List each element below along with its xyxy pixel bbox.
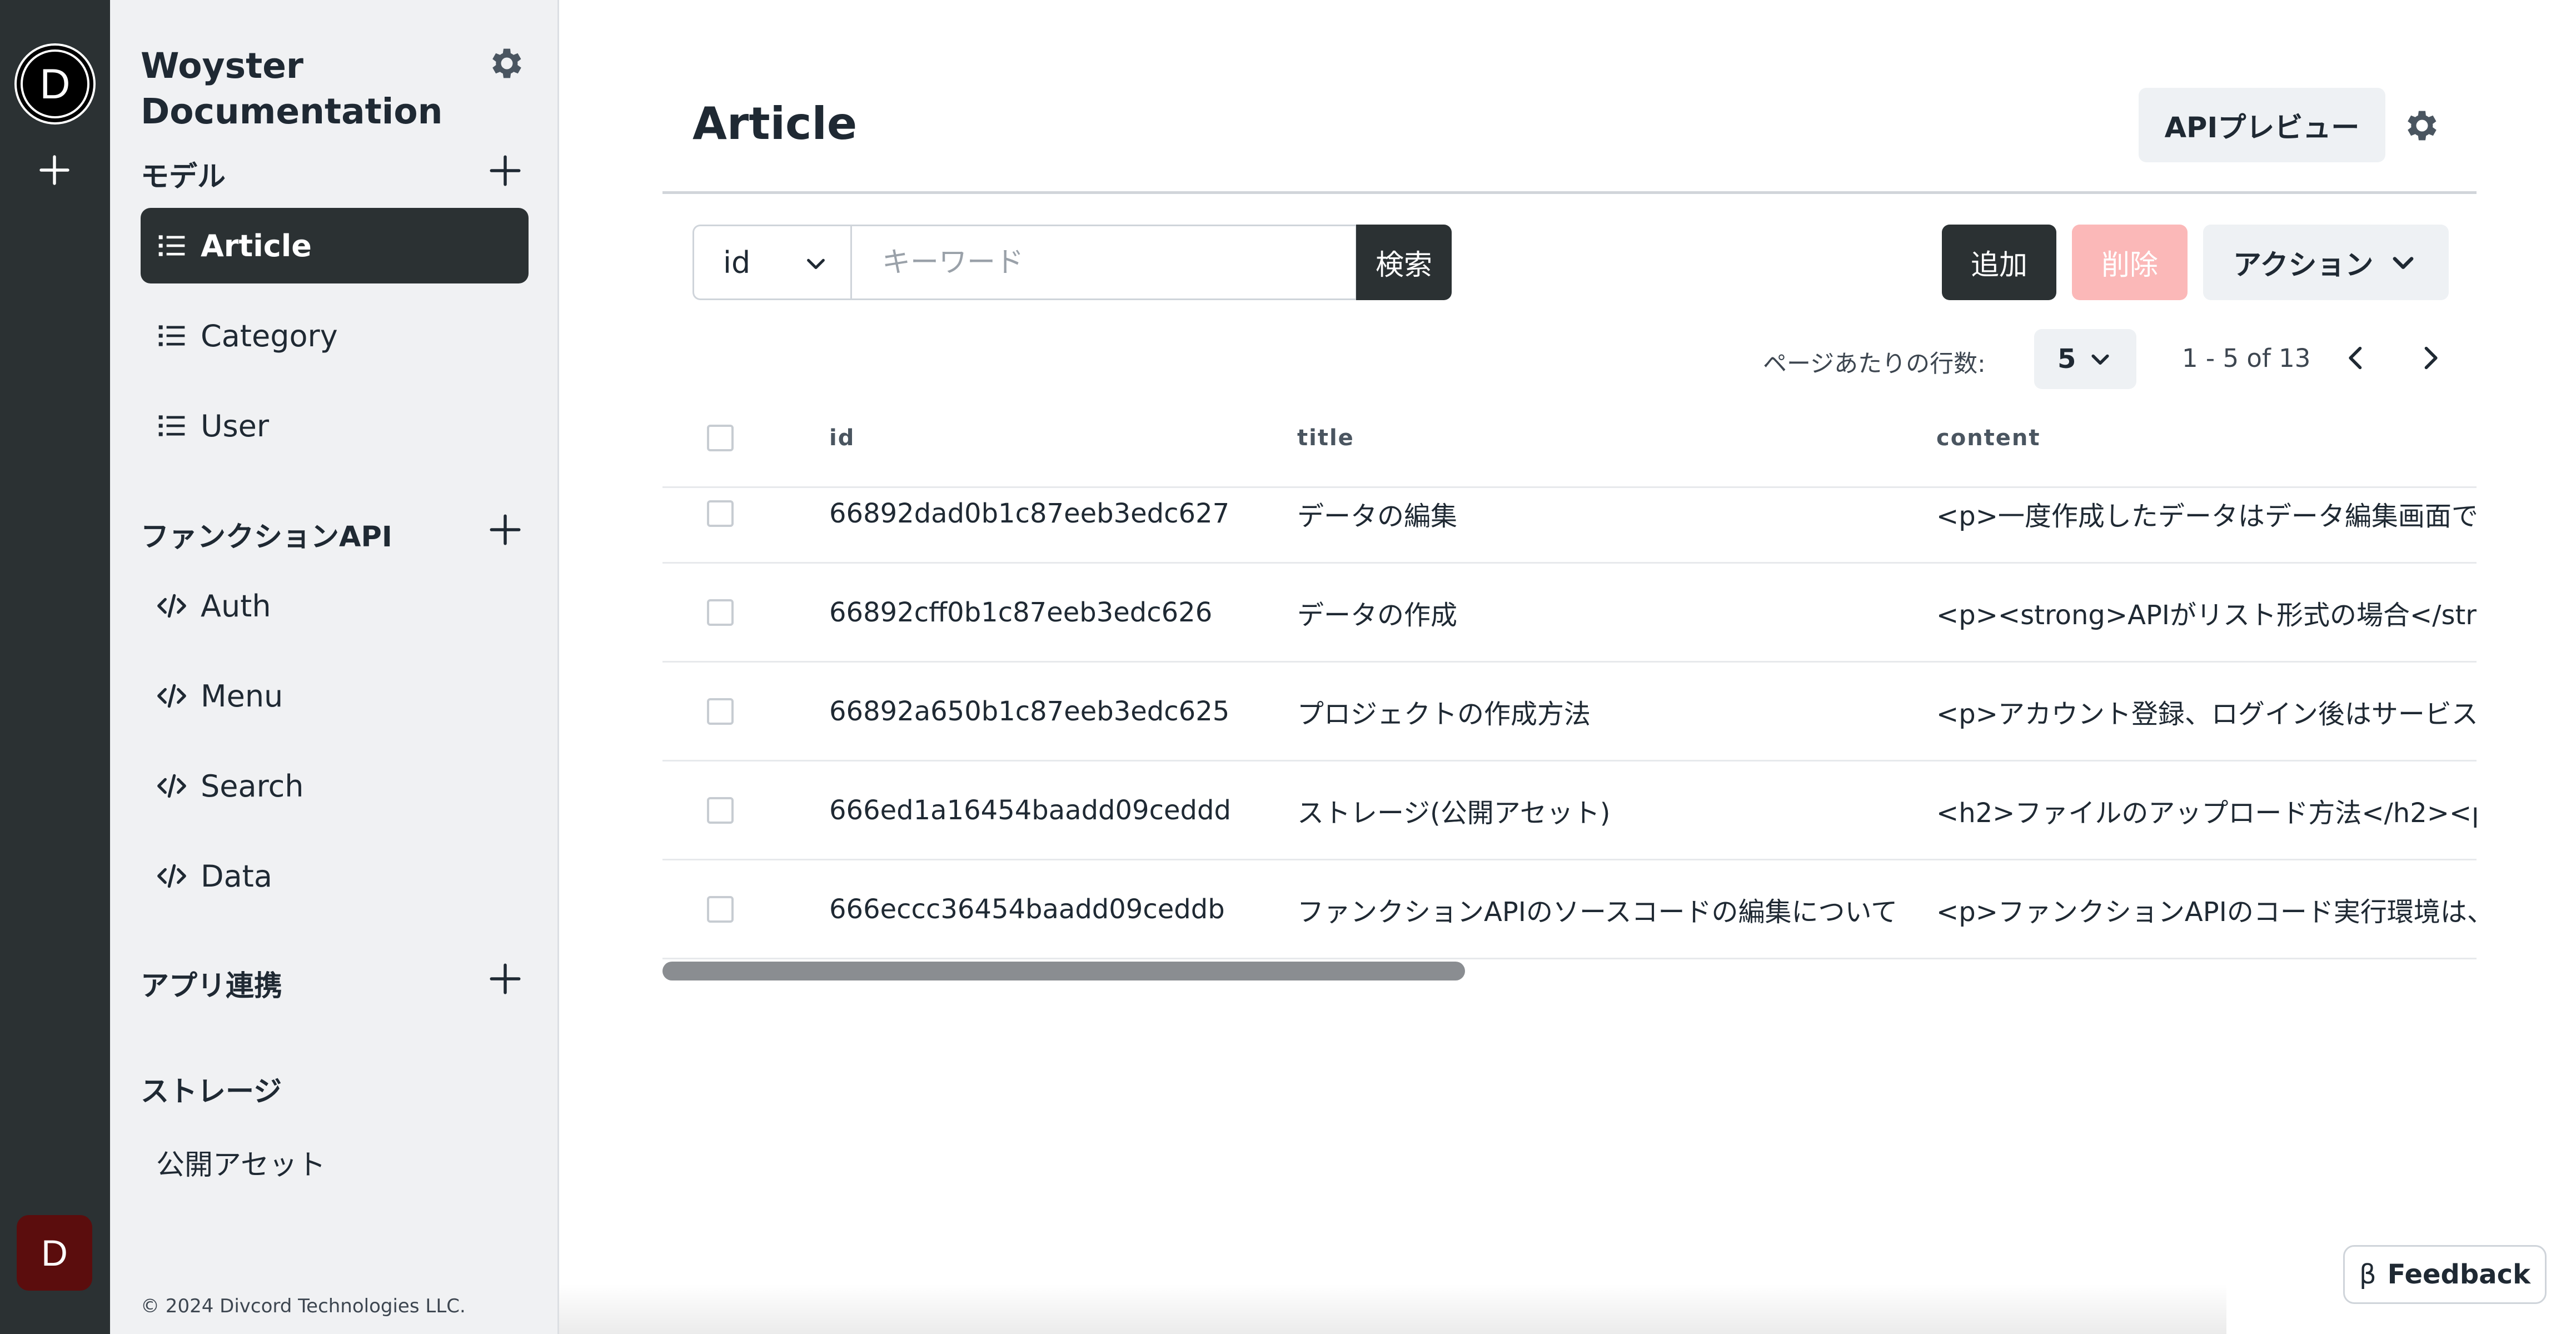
chevron-right-icon[interactable] <box>2415 344 2444 372</box>
table-row[interactable]: 666eccc36454baadd09ceddb ファンクションAPIのソースコ… <box>662 860 2477 959</box>
copyright: © 2024 Divcord Technologies LLC. <box>141 1295 466 1317</box>
workspace-initial: D <box>21 49 89 118</box>
sidebar-item-user[interactable]: User <box>141 388 529 464</box>
cell-title: ストレージ(公開アセット) <box>1297 797 1611 829</box>
add-model-plus-icon[interactable] <box>487 152 524 189</box>
row-checkbox[interactable] <box>707 895 734 923</box>
cell-content: <h2>ファイルのアップロード方法</h2><p>スト <box>1936 797 2477 829</box>
add-function-plus-icon[interactable] <box>487 511 524 548</box>
sidebar: Woyster Documentation モデル Article Catego… <box>110 0 559 1334</box>
rows-per-page-value: 5 <box>2057 344 2076 375</box>
cell-id: 66892dad0b1c87eeb3edc627 <box>829 497 1230 529</box>
cell-title: データの作成 <box>1297 599 1458 631</box>
add-workspace-icon[interactable] <box>34 150 74 190</box>
cell-title: プロジェクトの作成方法 <box>1297 698 1591 730</box>
action-dropdown-button[interactable]: アクション <box>2203 225 2449 300</box>
sidebar-item-auth[interactable]: Auth <box>141 568 529 644</box>
cell-id: 66892a650b1c87eeb3edc625 <box>829 695 1230 727</box>
cell-content: <p>一度作成したデータはデータ編集画面で編集できます <box>1936 500 2477 532</box>
model-settings-gear-icon[interactable] <box>2402 106 2442 146</box>
header-divider <box>662 191 2477 194</box>
row-checkbox[interactable] <box>707 500 734 527</box>
sidebar-item-search[interactable]: Search <box>141 748 529 824</box>
table-row[interactable]: 66892dad0b1c87eeb3edc627 データの編集 <p>一度作成し… <box>662 465 2477 564</box>
sidebar-item-category[interactable]: Category <box>141 298 529 374</box>
sidebar-item-article[interactable]: Article <box>141 208 529 283</box>
sidebar-item-label: User <box>201 408 270 444</box>
sidebar-item-label: Menu <box>201 678 283 714</box>
horizontal-scrollbar[interactable] <box>662 962 1465 980</box>
page-title: Article <box>692 98 858 150</box>
table-row[interactable]: 66892cff0b1c87eeb3edc626 データの作成 <p><stro… <box>662 564 2477 663</box>
add-button[interactable]: 追加 <box>1942 225 2056 300</box>
select-all-checkbox[interactable] <box>707 424 734 451</box>
sidebar-item-public-assets[interactable]: 公開アセット <box>156 1142 326 1183</box>
user-avatar[interactable]: D <box>17 1215 92 1291</box>
rows-per-page-select[interactable]: 5 <box>2034 329 2136 389</box>
sidebar-item-data[interactable]: Data <box>141 838 529 914</box>
search-field-select[interactable]: id <box>692 225 850 300</box>
feedback-label: Feedback <box>2387 1259 2531 1290</box>
keyword-search-input[interactable] <box>850 225 1357 300</box>
list-icon <box>156 230 187 261</box>
code-icon <box>156 680 187 711</box>
cell-content: <p>アカウント登録、ログイン後はサービスを作成 <box>1936 698 2477 730</box>
sidebar-item-label: Data <box>201 858 272 894</box>
functions-heading: ファンクションAPI <box>141 521 392 554</box>
cell-content: <p>ファンクションAPIのコード実行環境は、セキ <box>1936 896 2477 928</box>
cell-id: 666eccc36454baadd09ceddb <box>829 893 1225 925</box>
list-icon <box>156 410 187 441</box>
sidebar-item-label: Auth <box>201 588 271 624</box>
pagination-range: 1 - 5 of 13 <box>2182 344 2311 373</box>
chevron-down-icon <box>803 251 829 276</box>
row-checkbox[interactable] <box>707 698 734 725</box>
table-row[interactable]: 666ed1a16454baadd09ceddd ストレージ(公開アセット) <… <box>662 761 2477 860</box>
api-preview-button[interactable]: APIプレビュー <box>2139 88 2385 162</box>
row-checkbox[interactable] <box>707 599 734 626</box>
sidebar-item-label: Search <box>201 768 304 804</box>
project-title: Woyster Documentation <box>141 46 443 132</box>
code-icon <box>156 770 187 802</box>
workspace-rail: D D <box>0 0 110 1334</box>
chevron-down-icon <box>2088 347 2112 371</box>
delete-button[interactable]: 削除 <box>2072 225 2188 300</box>
row-checkbox[interactable] <box>707 797 734 824</box>
action-label: アクション <box>2233 249 2374 282</box>
beta-symbol: β <box>2359 1259 2376 1290</box>
cell-content: <p><strong>APIがリスト形式の場合</strong></p> <box>1936 599 2477 631</box>
cell-id: 66892cff0b1c87eeb3edc626 <box>829 596 1213 628</box>
sidebar-item-label: Article <box>201 228 312 263</box>
search-button[interactable]: 検索 <box>1356 225 1452 300</box>
workspace-avatar[interactable]: D <box>14 43 96 125</box>
code-icon <box>156 590 187 621</box>
sidebar-item-label: Category <box>201 318 338 354</box>
sidebar-item-menu[interactable]: Menu <box>141 658 529 734</box>
rows-per-page-label: ページあたりの行数: <box>1763 350 1986 378</box>
records-table: id title content 66892dad0b1c87eeb3edc62… <box>662 389 2477 978</box>
list-icon <box>156 320 187 351</box>
cell-title: データの編集 <box>1297 500 1458 532</box>
search-field-value: id <box>723 245 751 280</box>
table-row[interactable]: 66892a650b1c87eeb3edc625 プロジェクトの作成方法 <p>… <box>662 663 2477 761</box>
main-content: Article APIプレビュー id 検索 追加 削除 アクション ページあた… <box>559 0 2576 1334</box>
storage-heading: ストレージ <box>141 1076 282 1108</box>
chevron-left-icon[interactable] <box>2342 344 2371 372</box>
chevron-down-icon <box>2389 248 2418 277</box>
project-settings-gear-icon[interactable] <box>487 43 527 83</box>
add-integration-plus-icon[interactable] <box>487 960 524 997</box>
code-icon <box>156 860 187 892</box>
feedback-button[interactable]: β Feedback <box>2343 1245 2547 1304</box>
cell-id: 666ed1a16454baadd09ceddd <box>829 794 1231 826</box>
cell-title: ファンクションAPIのソースコードの編集について <box>1297 896 1898 928</box>
integrations-heading: アプリ連携 <box>141 970 283 1003</box>
bottom-shadow <box>559 1284 2226 1334</box>
models-heading: モデル <box>141 161 226 193</box>
